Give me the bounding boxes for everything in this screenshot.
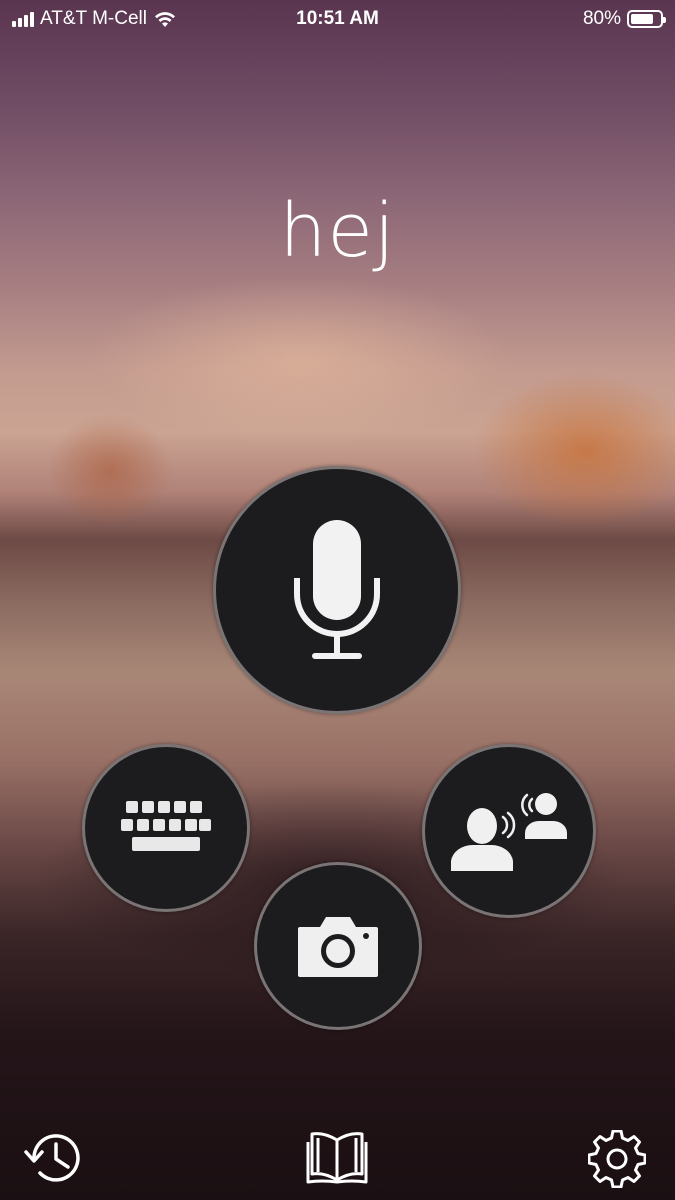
microphone-icon [294,520,380,659]
history-button[interactable] [24,1130,84,1191]
book-icon [306,1132,368,1184]
conversation-button[interactable] [422,744,596,918]
microphone-button[interactable] [213,466,461,714]
gear-icon [587,1129,647,1189]
battery-percent: 80% [582,8,621,29]
conversation-icon [451,793,567,871]
phrasebook-button[interactable] [306,1130,368,1189]
keyboard-icon [121,801,211,851]
history-icon [24,1134,80,1182]
settings-button[interactable] [587,1129,647,1193]
status-bar: AT&T M-Cell 10:51 AM 80% [0,0,675,38]
battery-fill [631,14,654,24]
clock: 10:51 AM [296,8,379,29]
camera-icon [298,917,378,977]
status-right: 80% [582,8,666,30]
battery-icon [627,10,666,28]
translated-phrase: hej [279,188,396,274]
keyboard-button[interactable] [82,744,250,912]
camera-button[interactable] [254,862,422,1030]
